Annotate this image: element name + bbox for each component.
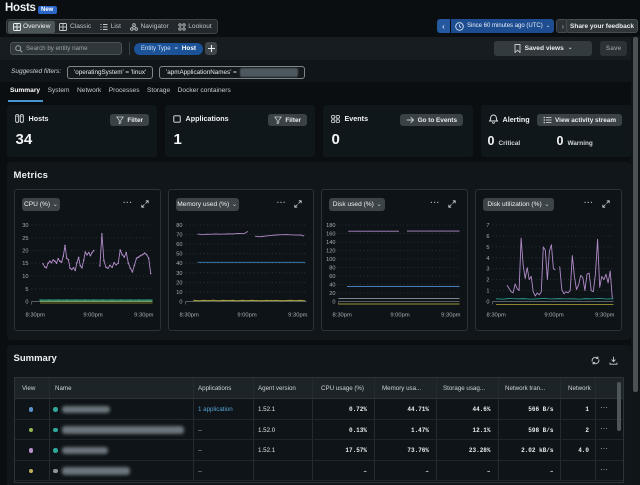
svg-text:9:00pm: 9:00pm	[237, 313, 257, 319]
svg-text:30: 30	[22, 223, 28, 229]
svg-text:160: 160	[326, 232, 335, 238]
svg-text:9:30pm: 9:30pm	[288, 313, 308, 319]
svg-text:15: 15	[22, 261, 28, 267]
svg-text:40: 40	[330, 283, 336, 289]
svg-text:7: 7	[486, 223, 489, 229]
svg-text:0: 0	[179, 300, 182, 306]
svg-text:0: 0	[333, 300, 336, 306]
svg-text:1: 1	[486, 289, 489, 295]
svg-text:9:00pm: 9:00pm	[83, 313, 103, 319]
svg-text:4: 4	[486, 256, 489, 262]
svg-text:8:30pm: 8:30pm	[487, 313, 507, 319]
svg-text:9:30pm: 9:30pm	[134, 313, 154, 319]
svg-text:120: 120	[326, 249, 335, 255]
svg-text:70: 70	[176, 233, 182, 239]
svg-text:60: 60	[330, 274, 336, 280]
svg-text:5: 5	[486, 245, 489, 251]
svg-text:25: 25	[22, 236, 28, 242]
svg-text:40: 40	[176, 261, 182, 267]
svg-text:3: 3	[486, 267, 489, 273]
svg-text:8:30pm: 8:30pm	[333, 313, 353, 319]
svg-text:80: 80	[330, 266, 336, 272]
svg-text:60: 60	[176, 242, 182, 248]
svg-text:5: 5	[25, 287, 28, 293]
svg-text:180: 180	[326, 223, 335, 229]
svg-text:9:30pm: 9:30pm	[595, 313, 615, 319]
svg-text:0: 0	[25, 300, 28, 306]
svg-text:140: 140	[326, 240, 335, 246]
svg-text:6: 6	[486, 234, 489, 240]
svg-text:10: 10	[22, 274, 28, 280]
svg-text:0: 0	[486, 300, 489, 306]
svg-text:8:30pm: 8:30pm	[26, 313, 46, 319]
svg-text:50: 50	[176, 252, 182, 258]
svg-text:9:00pm: 9:00pm	[391, 313, 411, 319]
svg-text:100: 100	[326, 257, 335, 263]
svg-text:8:30pm: 8:30pm	[179, 313, 199, 319]
svg-text:2: 2	[486, 278, 489, 284]
svg-text:20: 20	[22, 249, 28, 255]
svg-text:30: 30	[176, 271, 182, 277]
svg-text:20: 20	[176, 280, 182, 286]
svg-text:10: 10	[176, 290, 182, 296]
svg-text:9:30pm: 9:30pm	[441, 313, 461, 319]
svg-text:80: 80	[176, 223, 182, 229]
svg-text:20: 20	[330, 291, 336, 297]
svg-text:9:00pm: 9:00pm	[544, 313, 564, 319]
